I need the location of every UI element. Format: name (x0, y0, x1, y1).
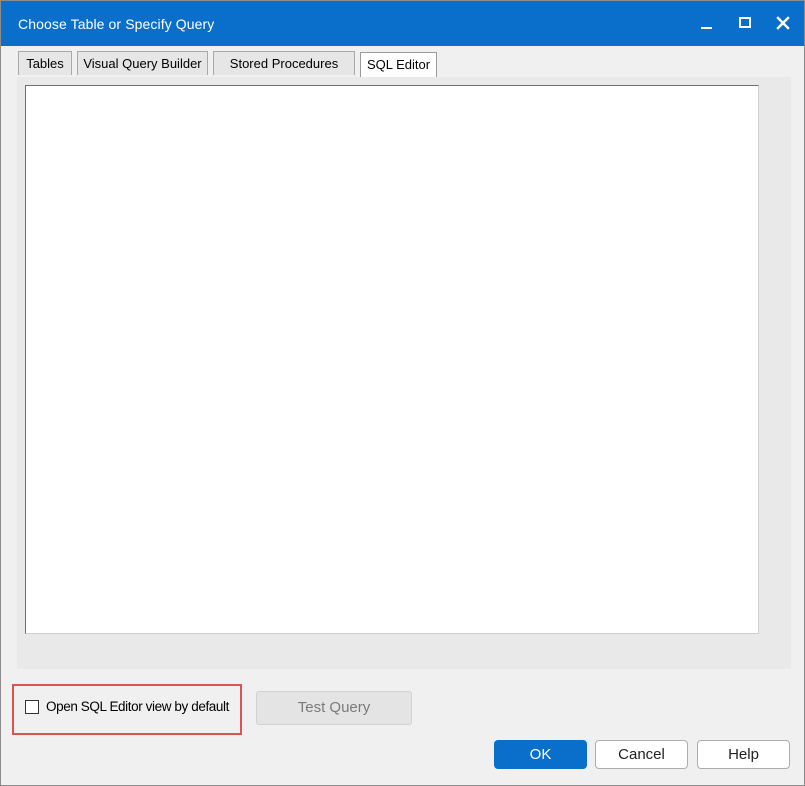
tab-visual-query-builder[interactable]: Visual Query Builder (77, 51, 208, 75)
tab-stored-procedures[interactable]: Stored Procedures (213, 51, 355, 75)
ok-button[interactable]: OK (494, 740, 587, 769)
cancel-button[interactable]: Cancel (595, 740, 688, 769)
window-title: Choose Table or Specify Query (18, 16, 215, 32)
tab-tables[interactable]: Tables (18, 51, 72, 75)
close-button[interactable] (764, 1, 802, 46)
test-query-button[interactable]: Test Query (256, 691, 412, 725)
tab-sql-editor[interactable]: SQL Editor (360, 52, 437, 77)
maximize-icon (739, 17, 751, 28)
default-view-checkbox-label: Open SQL Editor view by default (46, 699, 229, 714)
help-button[interactable]: Help (697, 740, 790, 769)
sql-editor-textarea[interactable] (25, 85, 759, 634)
minimize-button[interactable] (688, 1, 726, 46)
title-bar: Choose Table or Specify Query (1, 1, 804, 46)
close-icon (776, 16, 790, 30)
minimize-icon (701, 27, 712, 29)
sql-editor-panel (17, 77, 791, 669)
maximize-button[interactable] (726, 1, 764, 46)
dialog-window: Choose Table or Specify Query Tables Vis… (0, 0, 805, 786)
default-view-checkbox[interactable] (25, 700, 39, 714)
